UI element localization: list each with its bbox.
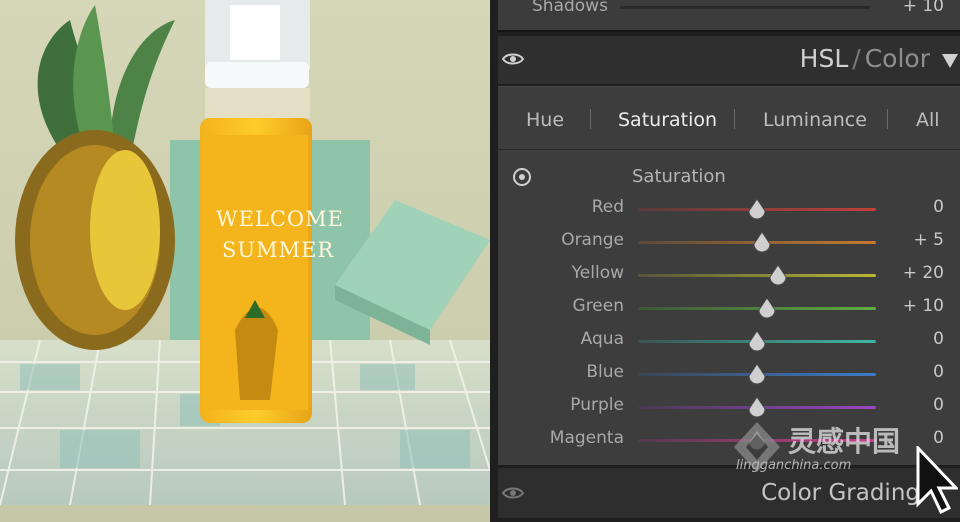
- color-grading-title: Color Grading: [761, 480, 920, 506]
- hsl-title-color: Color: [864, 44, 930, 73]
- mouse-cursor-icon: [916, 446, 958, 514]
- tabs-divider: [498, 149, 960, 150]
- shadows-value: + 10: [902, 0, 944, 16]
- slider-value-blue[interactable]: 0: [874, 362, 944, 382]
- slider-label-magenta: Magenta: [549, 428, 624, 448]
- slider-thumb-aqua[interactable]: [747, 331, 767, 353]
- slider-label-yellow: Yellow: [571, 263, 624, 283]
- eye-icon[interactable]: [502, 52, 524, 66]
- slider-thumb-yellow[interactable]: [768, 265, 788, 287]
- slider-label-green: Green: [572, 296, 624, 316]
- tone-section: Shadows + 10: [498, 0, 960, 32]
- slider-label-aqua: Aqua: [580, 329, 624, 349]
- hsl-panel-body: Hue Saturation Luminance All Saturation …: [498, 86, 960, 465]
- tab-saturation[interactable]: Saturation: [618, 109, 717, 131]
- watermark-brand: 灵感中国: [788, 425, 901, 458]
- hsl-title-slash: /: [852, 44, 861, 73]
- slider-thumb-purple[interactable]: [747, 397, 767, 419]
- shadows-label: Shadows: [532, 0, 608, 16]
- triangle-down-icon[interactable]: [942, 54, 958, 68]
- hsl-panel-header[interactable]: HSL / Color: [498, 36, 960, 84]
- saturation-section-label: Saturation: [632, 166, 726, 187]
- hsl-title-hsl: HSL: [799, 44, 849, 73]
- slider-value-red[interactable]: 0: [874, 197, 944, 217]
- slider-value-orange[interactable]: + 5: [874, 230, 944, 250]
- photo-preview: WELCOME SUMMER: [0, 0, 490, 522]
- slider-label-purple: Purple: [570, 395, 624, 415]
- tab-separator: [734, 109, 735, 129]
- slider-thumb-orange[interactable]: [752, 232, 772, 254]
- slider-value-green[interactable]: + 10: [874, 296, 944, 316]
- hsl-title: HSL / Color: [800, 44, 930, 73]
- slider-track-yellow[interactable]: [638, 274, 876, 277]
- slider-thumb-green[interactable]: [757, 298, 777, 320]
- tab-luminance[interactable]: Luminance: [763, 109, 867, 131]
- watermark-url: lingganchina.com: [736, 458, 852, 473]
- slider-label-red: Red: [591, 197, 624, 217]
- watermark: 灵感中国 lingganchina.com: [730, 418, 940, 478]
- bottle-label-line1: WELCOME: [216, 207, 344, 231]
- shadows-slider-track[interactable]: [620, 6, 870, 9]
- slider-value-aqua[interactable]: 0: [874, 329, 944, 349]
- slider-thumb-red[interactable]: [747, 199, 767, 221]
- slider-value-purple[interactable]: 0: [874, 395, 944, 415]
- tab-separator: [887, 109, 888, 129]
- tab-separator: [590, 109, 591, 129]
- slider-thumb-blue[interactable]: [747, 364, 767, 386]
- tab-hue[interactable]: Hue: [526, 109, 564, 131]
- target-adjustment-icon[interactable]: [512, 167, 532, 187]
- tab-all[interactable]: All: [916, 109, 940, 131]
- slider-value-yellow[interactable]: + 20: [874, 263, 944, 283]
- bottle-label-line2: SUMMER: [222, 238, 335, 262]
- slider-label-orange: Orange: [561, 230, 624, 250]
- slider-label-blue: Blue: [586, 362, 624, 382]
- eye-icon[interactable]: [502, 486, 524, 500]
